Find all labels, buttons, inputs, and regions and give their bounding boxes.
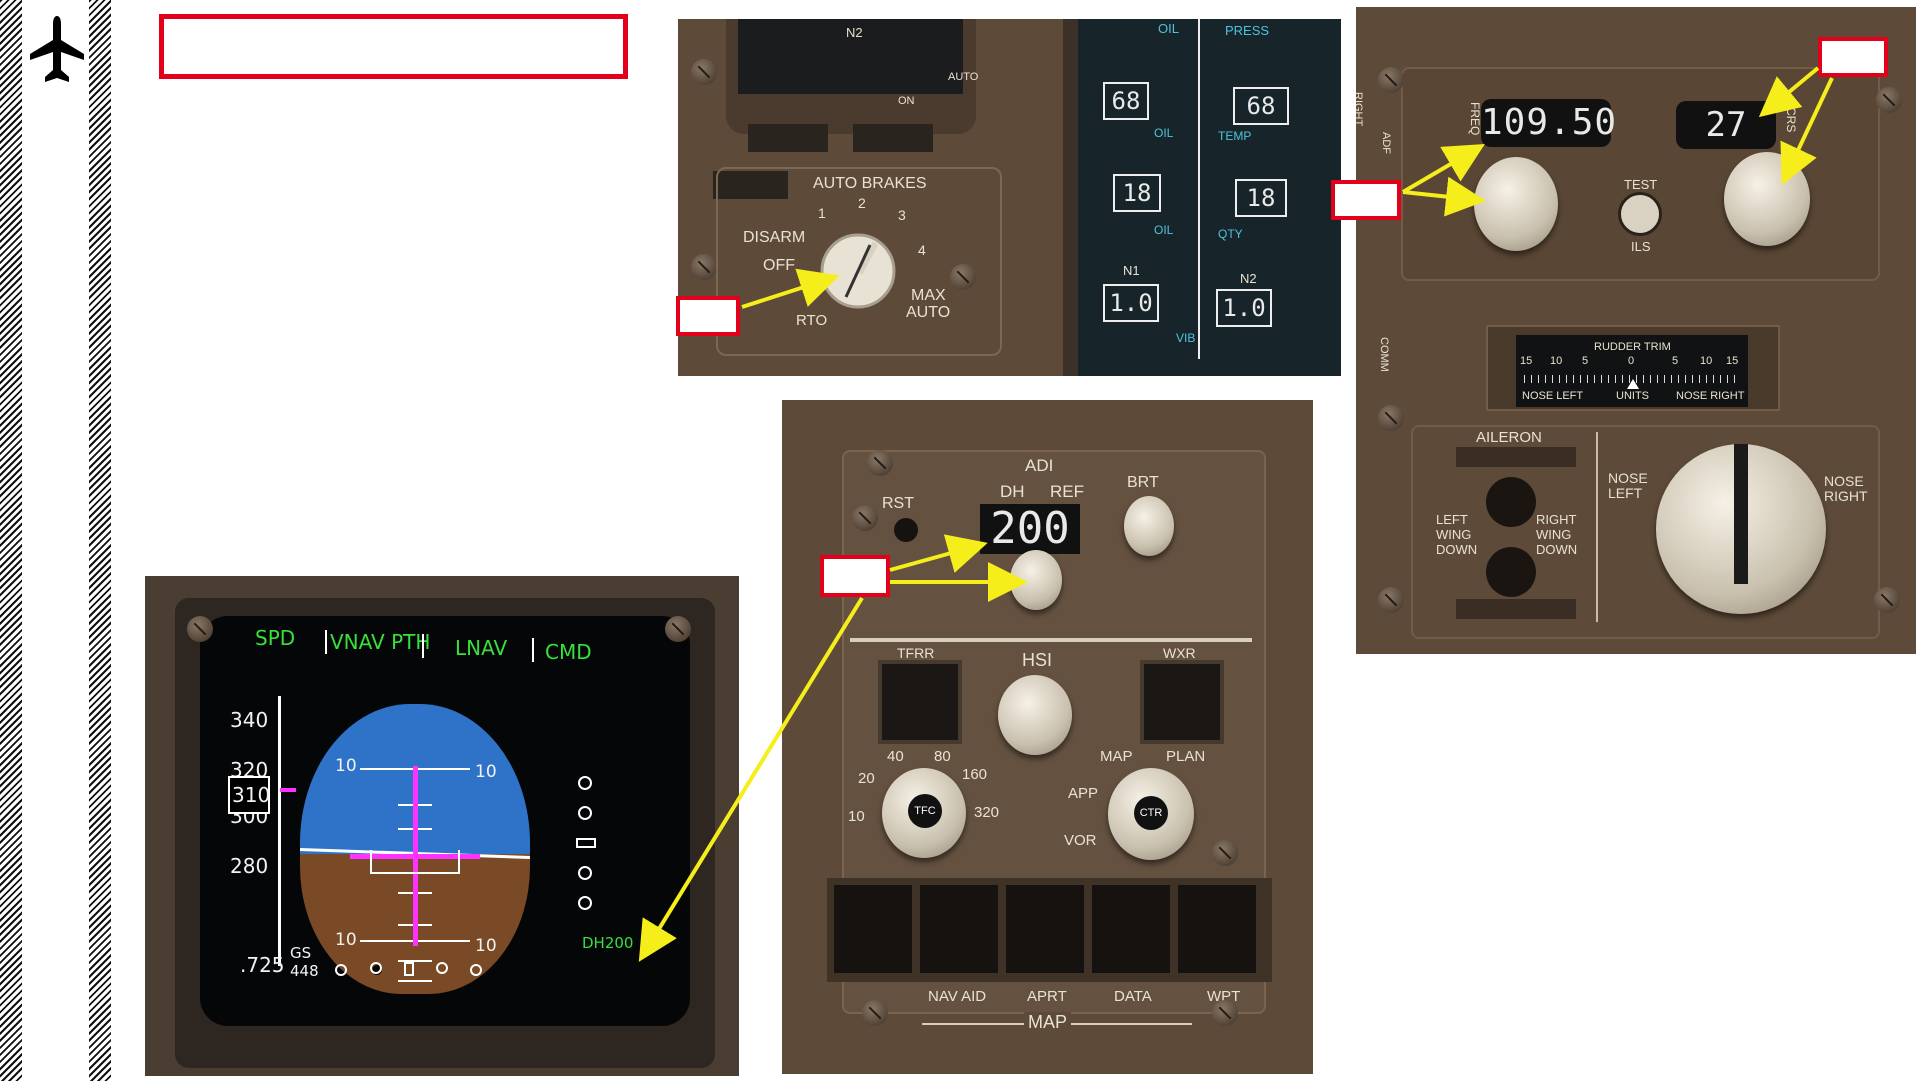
arrow-ils-freq-knob bbox=[1402, 176, 1486, 217]
arrow-ils-crs-display bbox=[1758, 66, 1820, 118]
arrow-autobrakes bbox=[741, 268, 840, 309]
callout-arrows bbox=[638, 66, 1834, 962]
arrow-efis-dh-display bbox=[889, 534, 988, 573]
arrow-ils-crs-knob bbox=[1780, 77, 1834, 186]
arrow-ils-freq-display bbox=[1401, 143, 1485, 194]
arrow-pfd-dh bbox=[638, 596, 864, 962]
